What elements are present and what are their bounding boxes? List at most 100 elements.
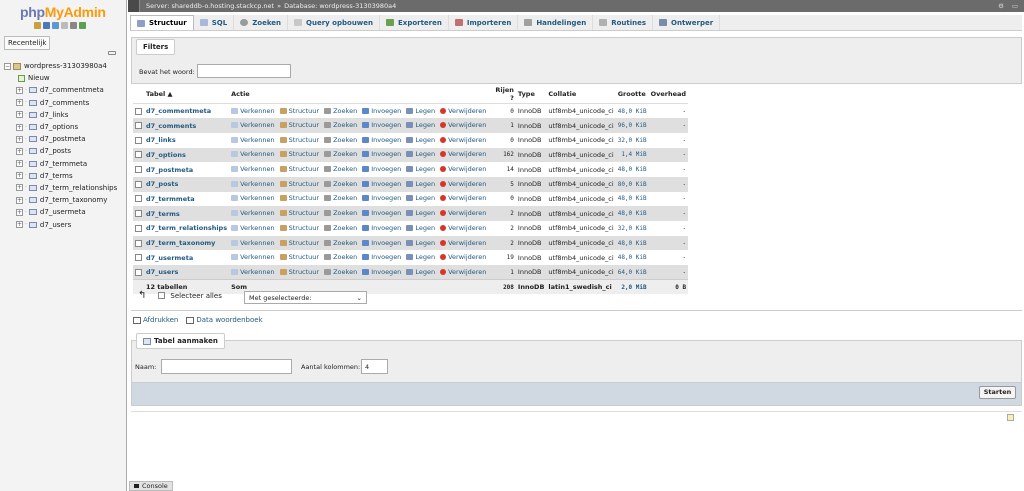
action-insert[interactable]: Invoegen — [362, 239, 401, 247]
expand-icon[interactable]: + — [16, 172, 23, 180]
action-structure[interactable]: Structuur — [279, 136, 319, 144]
row-checkbox[interactable] — [135, 151, 142, 159]
tree-database[interactable]: − wordpress-31303980a4 — [4, 60, 126, 72]
action-search[interactable]: Zoeken — [324, 150, 357, 158]
action-delete[interactable]: Verwijderen — [440, 136, 486, 144]
action-delete[interactable]: Verwijderen — [440, 121, 486, 129]
notepad-icon[interactable] — [1007, 414, 1014, 421]
action-empty[interactable]: Legen — [406, 136, 435, 144]
tree-new-table[interactable]: Nieuw — [4, 72, 126, 84]
action-insert[interactable]: Invoegen — [362, 107, 401, 115]
with-selected-dropdown[interactable]: Met geselecteerde: ⌄ — [244, 291, 367, 304]
breadcrumb-database[interactable]: Database: wordpress-31303980a4 — [284, 2, 396, 10]
col-header-type[interactable]: Type — [515, 85, 547, 104]
row-checkbox[interactable] — [135, 180, 142, 188]
action-structure[interactable]: Structuur — [279, 165, 319, 173]
action-empty[interactable]: Legen — [406, 165, 435, 173]
print-link[interactable]: Afdrukken — [133, 316, 178, 324]
tab-search[interactable]: Zoeken — [234, 15, 289, 30]
action-empty[interactable]: Legen — [406, 107, 435, 115]
action-delete[interactable]: Verwijderen — [440, 194, 486, 202]
tree-table-item[interactable]: + · d7_users — [4, 218, 126, 230]
row-size[interactable]: 48,0 KiB — [615, 103, 649, 119]
gear-icon[interactable]: ⚙ — [998, 2, 1004, 10]
action-browse[interactable]: Verkennen — [231, 180, 275, 188]
action-browse[interactable]: Verkennen — [231, 209, 275, 217]
action-empty[interactable]: Legen — [406, 209, 435, 217]
action-insert[interactable]: Invoegen — [362, 194, 401, 202]
row-checkbox[interactable] — [135, 210, 142, 218]
action-search[interactable]: Zoeken — [324, 107, 357, 115]
action-search[interactable]: Zoeken — [324, 165, 357, 173]
expand-icon[interactable]: + — [16, 196, 23, 204]
table-name-link[interactable]: d7_links — [144, 132, 230, 148]
action-browse[interactable]: Verkennen — [231, 253, 275, 261]
row-checkbox[interactable] — [135, 239, 142, 247]
tab-import[interactable]: Importeren — [449, 15, 519, 30]
home-icon[interactable] — [34, 22, 41, 29]
expand-icon[interactable]: + — [16, 111, 23, 119]
action-search[interactable]: Zoeken — [324, 239, 357, 247]
action-structure[interactable]: Structuur — [279, 121, 319, 129]
reload-icon[interactable] — [79, 22, 86, 29]
row-size[interactable]: 48,0 KiB — [615, 191, 649, 207]
recent-tables-button[interactable]: Recentelijk — [4, 36, 51, 50]
tree-table-item[interactable]: + · d7_posts — [4, 145, 126, 157]
row-size[interactable]: 48,0 KiB — [615, 206, 649, 221]
action-empty[interactable]: Legen — [406, 121, 435, 129]
tree-table-item[interactable]: + · d7_postmeta — [4, 133, 126, 145]
expand-icon[interactable]: + — [16, 184, 23, 192]
action-browse[interactable]: Verkennen — [231, 224, 275, 232]
action-insert[interactable]: Invoegen — [362, 224, 401, 232]
row-checkbox[interactable] — [135, 122, 142, 130]
tree-table-item[interactable]: + · d7_term_relationships — [4, 182, 126, 194]
table-name-link[interactable]: d7_posts — [144, 176, 230, 192]
action-structure[interactable]: Structuur — [279, 194, 319, 202]
tree-table-item[interactable]: + · d7_term_taxonomy — [4, 194, 126, 206]
table-name-link[interactable]: d7_postmeta — [144, 162, 230, 177]
expand-icon[interactable]: + — [16, 160, 23, 168]
docs-icon[interactable] — [61, 22, 68, 29]
action-delete[interactable]: Verwijderen — [440, 107, 486, 115]
action-structure[interactable]: Structuur — [279, 150, 319, 158]
row-checkbox[interactable] — [135, 195, 142, 203]
expand-icon[interactable]: + — [16, 208, 23, 216]
row-checkbox[interactable] — [135, 268, 142, 276]
action-insert[interactable]: Invoegen — [362, 165, 401, 173]
table-name-link[interactable]: d7_commentmeta — [144, 103, 230, 119]
action-delete[interactable]: Verwijderen — [440, 224, 486, 232]
row-size[interactable]: 48,0 KiB — [615, 235, 649, 251]
help-icon[interactable]: ? — [510, 94, 514, 102]
dictionary-link[interactable]: Data woordenboek — [186, 316, 263, 324]
action-structure[interactable]: Structuur — [279, 268, 319, 276]
select-all-label[interactable]: Selecteer alles — [170, 292, 221, 300]
tab-designer[interactable]: Ontwerper — [653, 15, 721, 30]
tree-table-item[interactable]: + · d7_commentmeta — [4, 84, 126, 96]
action-search[interactable]: Zoeken — [324, 209, 357, 217]
action-search[interactable]: Zoeken — [324, 253, 357, 261]
row-size[interactable]: 1,4 MiB — [615, 147, 649, 163]
tree-table-item[interactable]: + · d7_options — [4, 121, 126, 133]
collapse-all-icon[interactable] — [108, 51, 116, 55]
action-insert[interactable]: Invoegen — [362, 121, 401, 129]
table-name-link[interactable]: d7_term_relationships — [144, 221, 230, 236]
table-name-link[interactable]: d7_term_taxonomy — [144, 235, 230, 251]
expand-icon[interactable]: + — [16, 135, 23, 143]
row-checkbox[interactable] — [135, 254, 142, 262]
action-browse[interactable]: Verkennen — [231, 268, 275, 276]
action-insert[interactable]: Invoegen — [362, 253, 401, 261]
start-button[interactable]: Starten — [979, 386, 1016, 399]
action-empty[interactable]: Legen — [406, 180, 435, 188]
expand-icon[interactable]: + — [16, 147, 23, 155]
table-name-link[interactable]: d7_users — [144, 265, 230, 280]
action-structure[interactable]: Structuur — [279, 209, 319, 217]
action-empty[interactable]: Legen — [406, 224, 435, 232]
tab-routines[interactable]: Routines — [593, 15, 654, 30]
row-size[interactable]: 48,0 KiB — [615, 162, 649, 177]
action-empty[interactable]: Legen — [406, 268, 435, 276]
table-name-link[interactable]: d7_terms — [144, 206, 230, 221]
action-browse[interactable]: Verkennen — [231, 121, 275, 129]
action-empty[interactable]: Legen — [406, 239, 435, 247]
col-header-rows[interactable]: Rijen ? — [493, 85, 516, 104]
action-insert[interactable]: Invoegen — [362, 209, 401, 217]
